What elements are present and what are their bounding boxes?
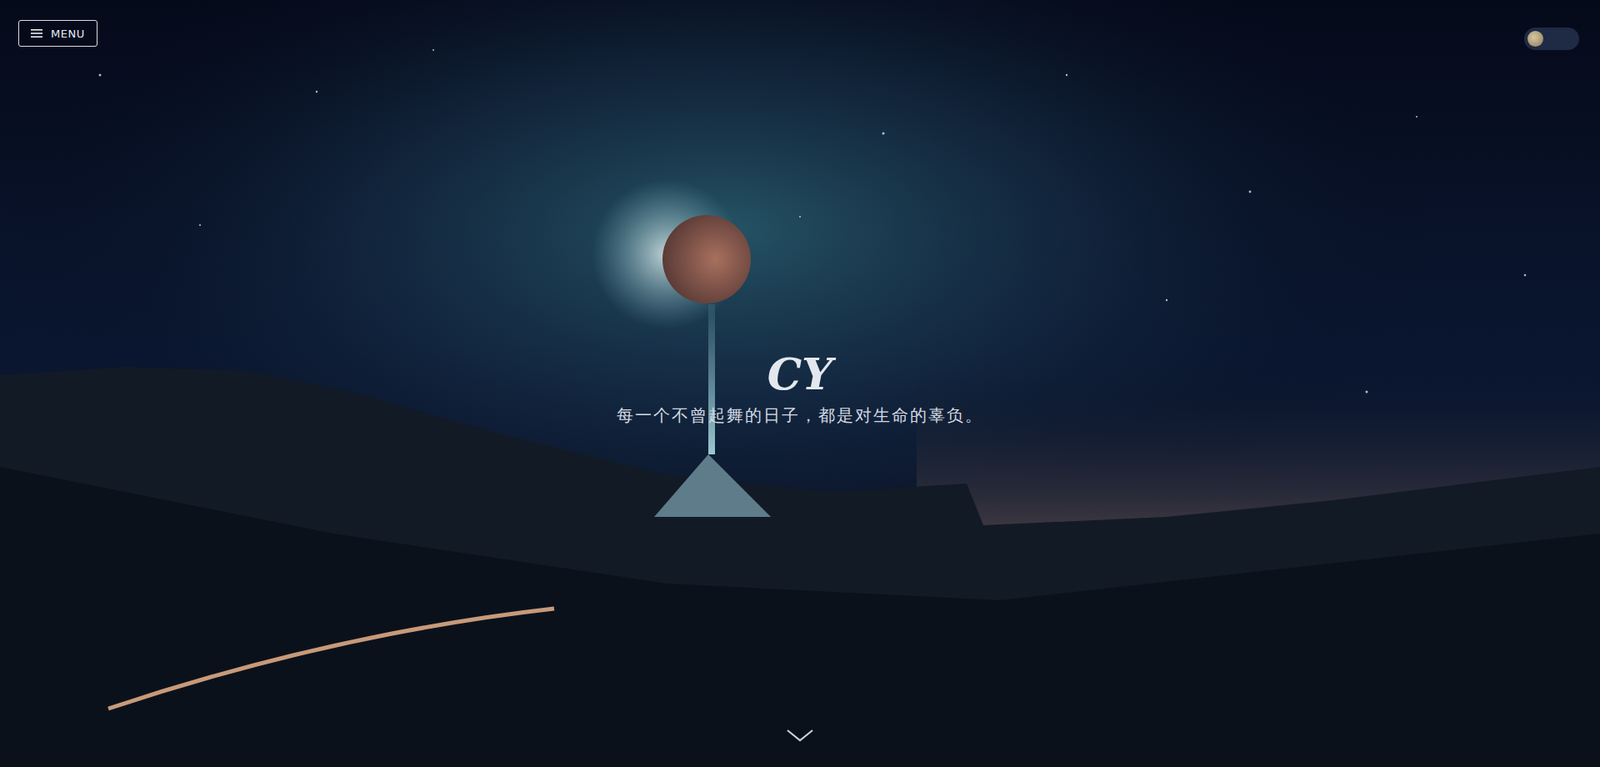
site-subtitle: 每一个不曾起舞的日子，都是对生命的辜负。: [616, 404, 984, 427]
hero-text: CY 每一个不曾起舞的日子，都是对生命的辜负。: [616, 350, 984, 427]
hamburger-icon: [30, 28, 43, 39]
site-title: CY: [767, 350, 834, 398]
theme-toggle[interactable]: [1524, 27, 1580, 50]
menu-label: MENU: [50, 27, 85, 40]
hero-page: MENU CY 每一个不曾起舞的日子，都是对生命的辜负。: [0, 0, 1600, 767]
moon-icon: [1527, 30, 1544, 47]
menu-button[interactable]: MENU: [18, 20, 98, 47]
scroll-down-icon[interactable]: [785, 728, 815, 742]
